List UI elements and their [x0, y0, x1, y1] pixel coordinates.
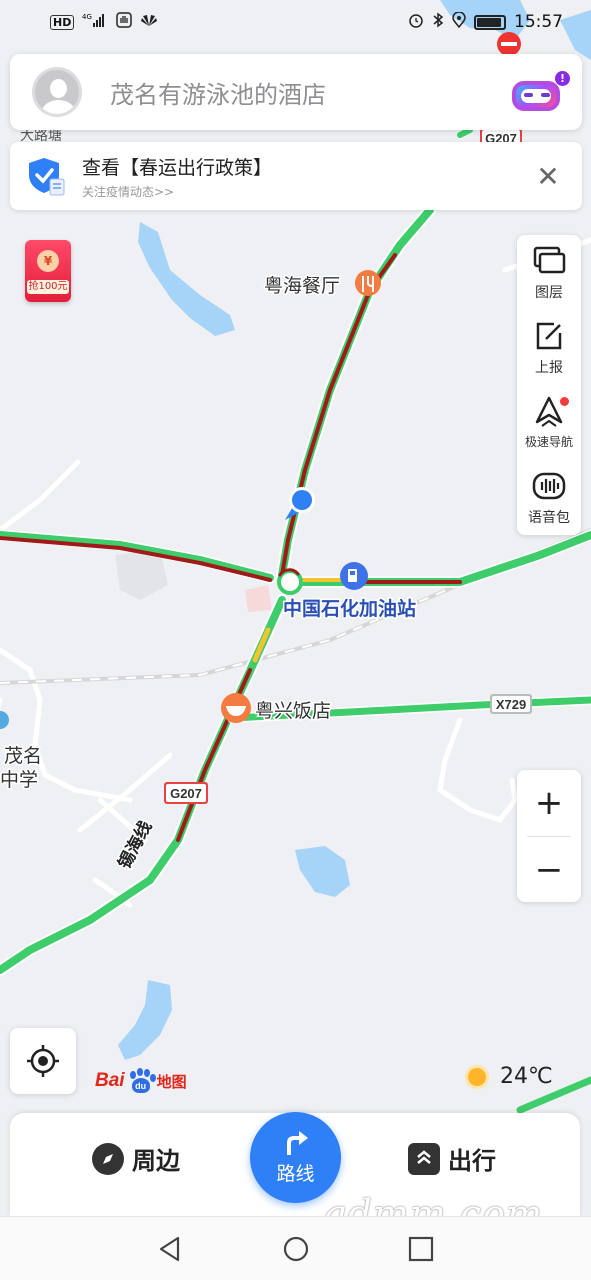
layers-label: 图层 — [535, 284, 563, 301]
zoom-in-button[interactable]: + — [517, 770, 581, 836]
logo-bai: Bai — [95, 1070, 125, 1091]
road-shield-label: G207 — [170, 786, 202, 801]
huawei-icon — [140, 13, 158, 31]
search-input[interactable]: 茂名有游泳池的酒店 — [110, 75, 512, 110]
status-time: 15:57 — [514, 12, 563, 32]
sun-icon — [468, 1067, 486, 1086]
voice-assistant-icon[interactable]: ! — [512, 71, 570, 111]
route-label: 路线 — [276, 1163, 315, 1185]
avatar[interactable] — [32, 67, 82, 117]
bluetooth-icon — [432, 12, 444, 32]
travel-button[interactable]: 出行 — [408, 1141, 496, 1176]
home-icon[interactable] — [280, 1233, 312, 1265]
svg-text:4G: 4G — [82, 13, 92, 21]
recents-icon[interactable] — [405, 1233, 437, 1265]
layers-icon — [532, 244, 566, 278]
battery-icon — [474, 14, 506, 30]
map-label-partial: 茂名 — [4, 745, 42, 767]
report-button[interactable]: 上报 — [517, 310, 581, 385]
food-icon — [221, 693, 251, 723]
map-label-partial: 中学 — [0, 769, 38, 791]
compass-icon — [92, 1142, 124, 1175]
travel-label: 出行 — [448, 1147, 496, 1175]
close-icon[interactable]: ✕ — [528, 156, 568, 196]
baidu-map-logo: Bai du 地图 — [95, 1068, 187, 1094]
poi-label-food: 粤兴饭店 — [255, 700, 331, 722]
status-bar: HD 4G 15:57 — [0, 0, 591, 44]
road-shield: X729 — [490, 694, 532, 714]
report-label: 上报 — [535, 359, 563, 376]
poi-label-restaurant: 粤海餐厅 — [264, 275, 340, 297]
logo-map: 地图 — [156, 1073, 187, 1091]
red-packet-label: 抢100元 — [27, 280, 69, 294]
layers-button[interactable]: 图层 — [517, 235, 581, 310]
travel-icon — [408, 1142, 440, 1175]
voice-pack-button[interactable]: 语音包 — [517, 460, 581, 535]
road-shield-label: X729 — [496, 697, 526, 712]
nearby-button[interactable]: 周边 — [92, 1141, 180, 1176]
back-icon[interactable] — [154, 1233, 186, 1265]
coin-icon: ¥ — [37, 250, 59, 272]
fast-navigation-button[interactable]: 极速导航 — [517, 385, 581, 460]
restaurant-icon — [355, 270, 381, 296]
alarm-icon — [408, 12, 424, 32]
locate-button[interactable] — [10, 1028, 76, 1094]
hd-icon: HD — [50, 14, 75, 30]
weather-widget[interactable]: 24℃ — [468, 1064, 553, 1089]
search-bar[interactable]: 茂名有游泳池的酒店 ! — [10, 54, 582, 130]
notice-title: 查看【春运出行政策】 — [82, 156, 273, 179]
notification-dot — [560, 397, 569, 406]
fast-navigation-label: 极速导航 — [524, 435, 573, 449]
crosshair-icon — [27, 1045, 59, 1077]
turn-right-arrow-icon — [286, 1131, 308, 1155]
hand-icon — [116, 12, 133, 32]
notice-subtitle[interactable]: 关注疫情动态>> — [82, 183, 528, 200]
zoom-out-button[interactable]: − — [517, 837, 581, 903]
paw-icon: du — [126, 1068, 156, 1094]
voice-pack-icon — [532, 469, 566, 503]
red-packet-button[interactable]: ¥ 抢100元 — [25, 240, 71, 302]
route-button[interactable]: 路线 — [250, 1112, 341, 1203]
zoom-control: + − — [517, 770, 581, 902]
poi-label-gas-station: 中国石化加油站 — [283, 597, 416, 620]
system-nav-bar — [0, 1216, 591, 1280]
temperature: 24℃ — [500, 1064, 553, 1089]
nearby-label: 周边 — [132, 1147, 180, 1175]
travel-policy-notice[interactable]: 查看【春运出行政策】 关注疫情动态>> ✕ — [10, 142, 582, 210]
location-icon — [452, 11, 466, 32]
signal-4g-icon: 4G — [82, 12, 108, 32]
gas-station-icon — [340, 562, 368, 590]
road-shield: G207 — [164, 782, 208, 804]
map-toolbar: 图层 上报 极速导航 语音包 — [517, 235, 581, 535]
report-edit-icon — [532, 319, 566, 353]
logo-du: du — [131, 1078, 150, 1093]
shield-check-icon — [29, 158, 65, 196]
voice-pack-label: 语音包 — [528, 509, 570, 526]
